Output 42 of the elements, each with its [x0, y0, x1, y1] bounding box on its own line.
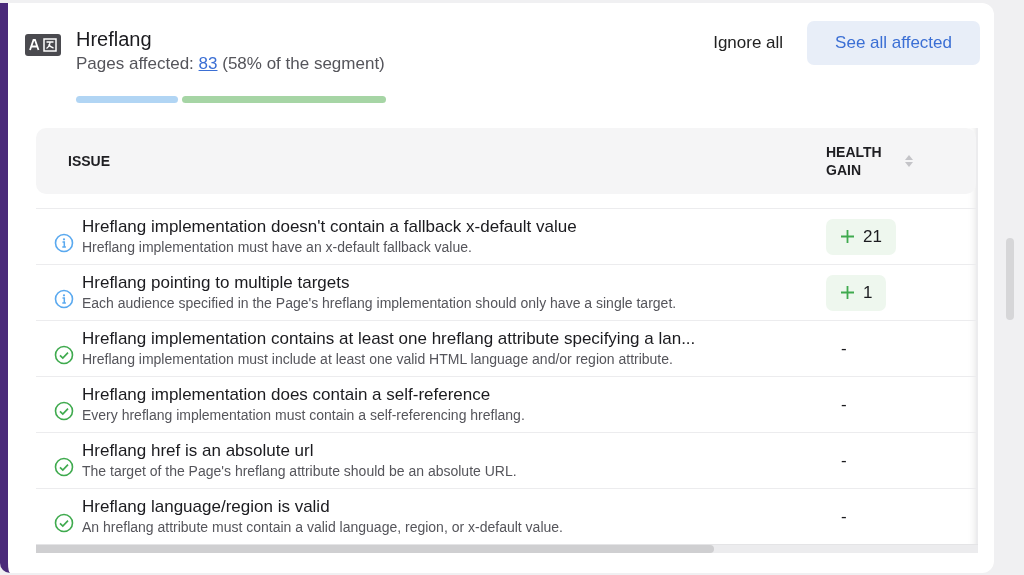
issue-description: Hreflang implementation must include at least one valid HTML language and/or region attribute. — [82, 350, 674, 369]
pages-affected-text: Pages affected: 83 (58% of the segment) — [76, 53, 386, 75]
issue-title: Hreflang language/region is valid — [82, 496, 331, 518]
check-circle-icon — [54, 456, 74, 477]
scrollbar-thumb[interactable] — [1006, 238, 1014, 320]
scrollbar-thumb[interactable] — [36, 545, 714, 553]
sort-icon[interactable] — [904, 153, 914, 169]
issue-description: Each audience specified in the Page's hreflang implementation should only have a single target. — [82, 294, 678, 313]
issue-row[interactable]: Hreflang href is an absolute url The target of the Page's hreflang attribute should be an absolute URL. - — [36, 432, 976, 488]
gain-value: - — [840, 506, 847, 526]
translate-icon — [25, 34, 61, 56]
gain-value: - — [840, 450, 847, 470]
info-icon — [54, 232, 74, 253]
gain-value: 1 — [863, 282, 873, 303]
column-header: ISSUE — [68, 152, 111, 170]
ignore-all-button[interactable]: Ignore all — [709, 27, 788, 59]
issue-description: The target of the Page's hreflang attribute should be an absolute URL. — [82, 462, 518, 481]
issue-title: Hreflang implementation contains at least one hreflang attribute specifying a lan... — [82, 328, 697, 350]
info-icon — [54, 288, 74, 309]
see-all-affected-button[interactable]: See all affected — [807, 21, 980, 65]
check-circle-icon — [54, 512, 74, 533]
gain-value: - — [840, 338, 847, 358]
issue-row[interactable]: Hreflang pointing to multiple targets Each audience specified in the Page's hreflang implementation should only have a single target. 1 — [36, 264, 976, 320]
issue-title: Hreflang implementation doesn't contain a fallback x-default value — [82, 216, 578, 238]
issue-description: Hreflang implementation must have an x-default fallback value. — [82, 238, 473, 257]
issue-title: Hreflang pointing to multiple targets — [82, 272, 351, 294]
gain-value: - — [840, 394, 847, 414]
issue-description: An hreflang attribute must contain a valid language, region, or x-default value. — [82, 518, 564, 537]
issue-description: Every hreflang implementation must contain a self-referencing hreflang. — [82, 406, 526, 425]
gain-value: 21 — [863, 226, 882, 247]
check-circle-icon — [54, 400, 74, 421]
issue-row[interactable]: Hreflang implementation doesn't contain a fallback x-default value Hreflang implementation must have an x-default fallback value. 21 — [36, 208, 976, 264]
column-header[interactable]: HEALTH GAIN — [826, 143, 896, 179]
issue-row[interactable]: Hreflang implementation does contain a self-reference Every hreflang implementation must contain a self-referencing hreflang. - — [36, 376, 976, 432]
card-title: Hreflang — [76, 27, 153, 52]
plus-icon — [840, 285, 855, 300]
plus-icon — [840, 229, 855, 244]
issue-title: Hreflang href is an absolute url — [82, 440, 315, 462]
check-circle-icon — [54, 344, 74, 365]
pages-count-link[interactable]: 83 — [198, 54, 218, 73]
issue-title: Hreflang implementation does contain a self-reference — [82, 384, 492, 406]
issue-row[interactable]: Hreflang implementation contains at least one hreflang attribute specifying a lan... Hreflang implementation must include at least one valid HTML language and/or region attribute. - — [36, 320, 976, 376]
